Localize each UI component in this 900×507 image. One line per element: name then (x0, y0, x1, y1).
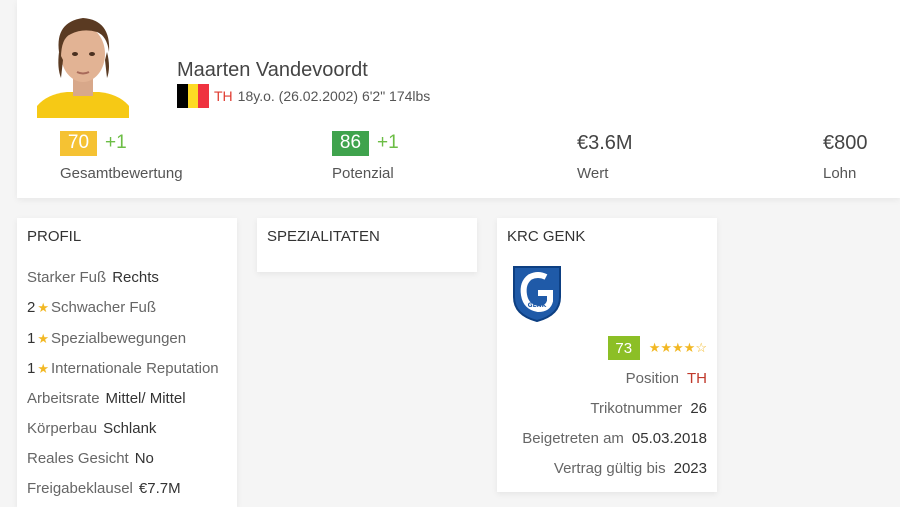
club-row-position: Position TH (626, 370, 707, 387)
player-meta: TH 18y.o. (26.02.2002) 6'2" 174lbs (177, 84, 430, 108)
belgium-flag-icon (177, 84, 210, 108)
star-icon: ★ (37, 361, 49, 376)
contract-value: 2023 (673, 460, 707, 477)
club-rating-badge: 73 (607, 336, 640, 360)
joined-label: Beigetreten am (522, 430, 624, 447)
potential-rating-badge: 86 (332, 130, 369, 156)
body-type-label: Körperbau (27, 420, 98, 437)
profile-row-release-clause: Freigabeklausel €7.7M (27, 480, 181, 497)
club-stars-filled: ★★★★ (648, 340, 696, 355)
player-avatar (37, 8, 129, 118)
stat-wage: €800 Lohn (823, 130, 868, 183)
club-row-contract: Vertrag gültig bis 2023 (554, 460, 707, 477)
profile-title: PROFIL (27, 228, 82, 245)
strong-foot-value: Rechts (112, 269, 159, 286)
player-name: Maarten Vandevoordt (177, 59, 368, 81)
skill-moves-label: Spezialbewegungen (51, 330, 187, 347)
svg-text:GENK: GENK (528, 302, 547, 309)
player-photo-icon (37, 8, 129, 118)
club-position-value[interactable]: TH (687, 370, 707, 387)
profile-row-weak-foot: 2 ★ Schwacher Fuß (27, 299, 156, 316)
potential-rating-label: Potenzial (332, 165, 394, 182)
market-value-label: Wert (577, 165, 609, 182)
club-rating-row: 73 ★★★★ ☆ (607, 336, 707, 360)
club-row-jersey: Trikotnummer 26 (590, 400, 707, 417)
weak-foot-label: Schwacher Fuß (51, 299, 157, 316)
club-stars-empty: ☆ (695, 340, 707, 355)
jersey-number-value: 26 (690, 400, 707, 417)
stat-value: €3.6M Wert (577, 130, 633, 183)
work-rate-value: Mittel/ Mittel (105, 390, 186, 407)
club-position-label: Position (625, 370, 679, 387)
profile-row-body-type: Körperbau Schlank (27, 420, 156, 437)
profile-row-work-rate: Arbeitsrate Mittel/ Mittel (27, 390, 186, 407)
contract-label: Vertrag gültig bis (553, 460, 666, 477)
stat-overall: 70 +1 Gesamtbewertung (60, 130, 183, 182)
star-icon: ★ (37, 300, 49, 315)
club-title[interactable]: KRC GENK (507, 228, 585, 245)
strong-foot-label: Starker Fuß (27, 269, 107, 286)
overall-rating-change: +1 (105, 132, 127, 153)
specialities-title: SPEZIALITATEN (267, 228, 380, 245)
stat-potential: 86 +1 Potenzial (332, 130, 399, 182)
market-value: €3.6M (577, 131, 633, 154)
reputation-label: Internationale Reputation (51, 360, 219, 377)
release-clause-label: Freigabeklausel (27, 480, 133, 497)
real-face-label: Reales Gesicht (27, 450, 129, 467)
overall-rating-label: Gesamtbewertung (60, 165, 183, 182)
skill-moves-count: 1 (27, 330, 36, 347)
release-clause-value: €7.7M (138, 480, 181, 497)
jersey-number-label: Trikotnummer (590, 400, 683, 417)
body-type-value: Schlank (103, 420, 157, 437)
reputation-count: 1 (27, 360, 36, 377)
profile-row-strong-foot: Starker Fuß Rechts (27, 269, 159, 286)
club-row-joined: Beigetreten am 05.03.2018 (522, 430, 707, 447)
overall-rating-badge: 70 (60, 130, 97, 156)
profile-row-skill-moves: 1 ★ Spezialbewegungen (27, 330, 186, 347)
joined-value: 05.03.2018 (631, 430, 707, 447)
wage-value: €800 (823, 131, 868, 154)
player-details: 18y.o. (26.02.2002) 6'2" 174lbs (237, 88, 431, 104)
profile-row-real-face: Reales Gesicht No (27, 450, 154, 467)
krc-genk-logo-icon[interactable]: GENK (512, 263, 562, 328)
star-icon: ★ (37, 331, 49, 346)
player-position[interactable]: TH (214, 88, 233, 104)
potential-rating-change: +1 (377, 132, 399, 153)
work-rate-label: Arbeitsrate (27, 390, 100, 407)
profile-row-reputation: 1 ★ Internationale Reputation (27, 360, 219, 377)
specialities-card (257, 218, 477, 272)
weak-foot-count: 2 (27, 299, 36, 316)
wage-label: Lohn (823, 165, 857, 182)
real-face-value: No (134, 450, 154, 467)
